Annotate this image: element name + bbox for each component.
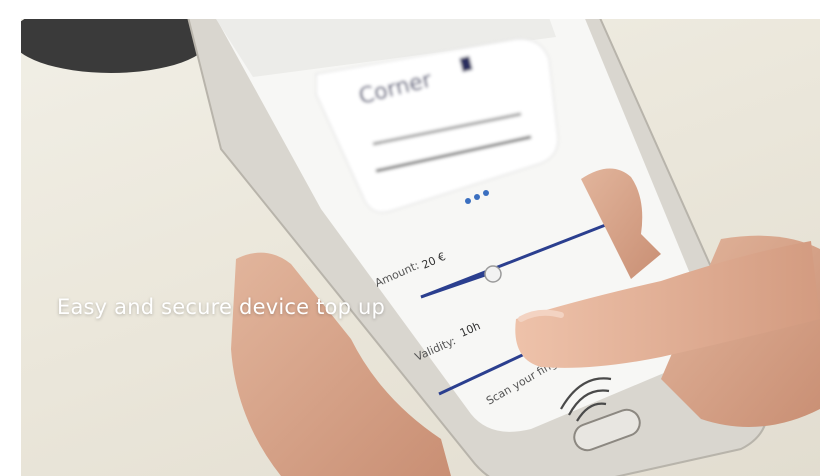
background-object xyxy=(21,19,211,73)
scene: Corner Amount: 20 € Validity: 10h Scan y… xyxy=(21,19,820,476)
page-dot xyxy=(465,198,471,204)
amount-slider-thumb[interactable] xyxy=(484,265,502,283)
page-dot xyxy=(474,194,480,200)
page-dot xyxy=(483,190,489,196)
video-caption: Easy and secure device top up xyxy=(57,295,386,319)
video-frame: Corner Amount: 20 € Validity: 10h Scan y… xyxy=(0,0,835,476)
photo: Corner Amount: 20 € Validity: 10h Scan y… xyxy=(21,19,820,476)
